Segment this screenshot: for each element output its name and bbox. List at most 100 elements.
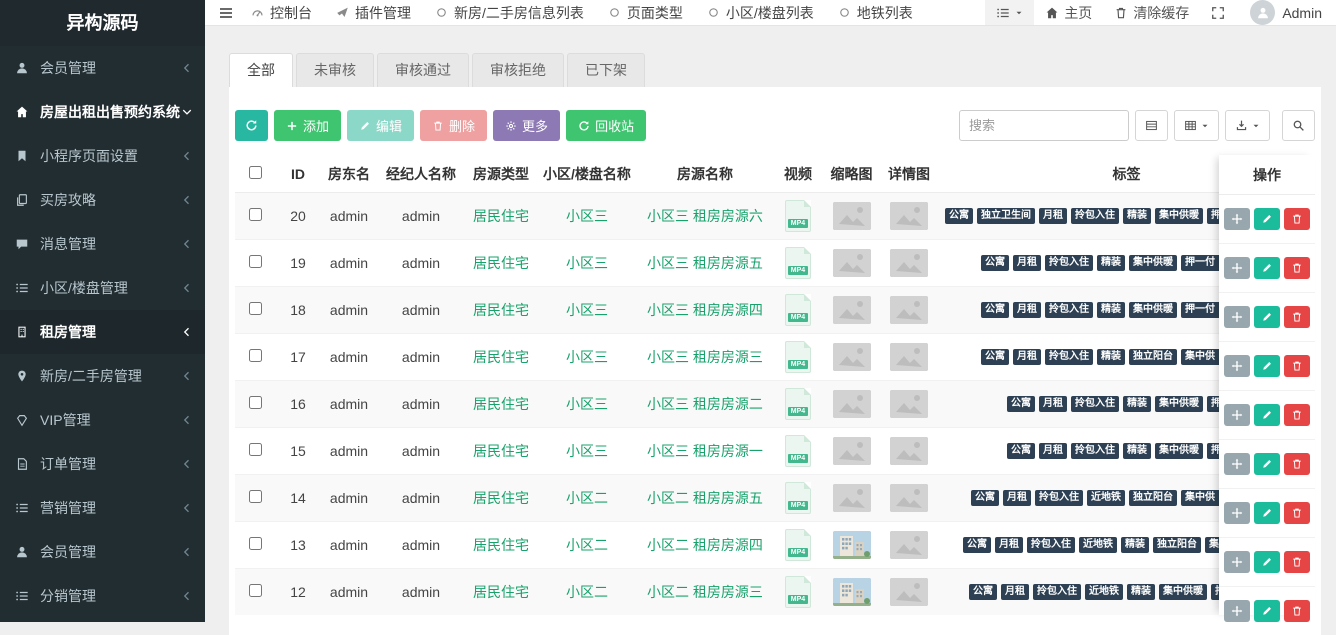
edit-row-button[interactable] [1254, 306, 1280, 328]
edit-row-button[interactable] [1254, 404, 1280, 426]
move-button[interactable] [1224, 257, 1250, 279]
sidebar-item-11[interactable]: 会员管理 [0, 530, 205, 574]
col-video[interactable]: 视频 [773, 155, 823, 193]
col-thumbnail[interactable]: 缩略图 [823, 155, 880, 193]
tab-3[interactable]: 审核拒绝 [472, 53, 564, 87]
col-community[interactable]: 小区/楼盘名称 [537, 155, 637, 193]
delete-row-button[interactable] [1284, 355, 1310, 377]
edit-row-button[interactable] [1254, 208, 1280, 230]
row-checkbox[interactable] [249, 396, 262, 409]
sidebar-item-0[interactable]: 会员管理 [0, 46, 205, 90]
col-type[interactable]: 房源类型 [465, 155, 537, 193]
thumbnail-image[interactable] [833, 202, 871, 230]
topnav-item-3[interactable]: 页面类型 [608, 3, 683, 23]
move-button[interactable] [1224, 551, 1250, 573]
move-button[interactable] [1224, 502, 1250, 524]
fullscreen-button[interactable] [1200, 0, 1236, 25]
sidebar-item-5[interactable]: 小区/楼盘管理 [0, 266, 205, 310]
delete-button[interactable]: 删除 [420, 110, 487, 141]
export-button[interactable] [1225, 110, 1270, 141]
tab-1[interactable]: 未审核 [296, 53, 374, 87]
row-checkbox[interactable] [249, 443, 262, 456]
edit-button[interactable]: 编辑 [347, 110, 414, 141]
detail-image[interactable] [890, 531, 928, 559]
delete-row-button[interactable] [1284, 453, 1310, 475]
detail-image[interactable] [890, 296, 928, 324]
sidebar-item-3[interactable]: 买房攻略 [0, 178, 205, 222]
col-id[interactable]: ID [275, 155, 321, 193]
detail-image[interactable] [890, 202, 928, 230]
sidebar-item-8[interactable]: VIP管理 [0, 398, 205, 442]
move-button[interactable] [1224, 600, 1250, 622]
video-mp4-icon[interactable]: MP4 [785, 482, 811, 514]
thumbnail-image[interactable] [833, 296, 871, 324]
tab-2[interactable]: 审核通过 [377, 53, 469, 87]
move-button[interactable] [1224, 404, 1250, 426]
detail-image[interactable] [890, 249, 928, 277]
video-mp4-icon[interactable]: MP4 [785, 294, 811, 326]
recyclebin-button[interactable]: 回收站 [566, 110, 646, 141]
move-button[interactable] [1224, 355, 1250, 377]
more-button[interactable]: 更多 [493, 110, 560, 141]
video-mp4-icon[interactable]: MP4 [785, 576, 811, 608]
edit-row-button[interactable] [1254, 257, 1280, 279]
delete-row-button[interactable] [1284, 404, 1310, 426]
detail-image[interactable] [890, 484, 928, 512]
thumbnail-image[interactable] [833, 578, 871, 606]
tab-0[interactable]: 全部 [229, 53, 293, 87]
row-checkbox[interactable] [249, 584, 262, 597]
edit-row-button[interactable] [1254, 453, 1280, 475]
move-button[interactable] [1224, 306, 1250, 328]
move-button[interactable] [1224, 208, 1250, 230]
topnav-item-1[interactable]: 插件管理 [336, 3, 411, 23]
detail-image[interactable] [890, 437, 928, 465]
video-mp4-icon[interactable]: MP4 [785, 247, 811, 279]
delete-row-button[interactable] [1284, 306, 1310, 328]
video-mp4-icon[interactable]: MP4 [785, 341, 811, 373]
row-checkbox[interactable] [249, 349, 262, 362]
thumbnail-image[interactable] [833, 249, 871, 277]
detail-image[interactable] [890, 578, 928, 606]
sidebar-item-10[interactable]: 营销管理 [0, 486, 205, 530]
detail-image[interactable] [890, 390, 928, 418]
delete-row-button[interactable] [1284, 208, 1310, 230]
tab-4[interactable]: 已下架 [567, 53, 645, 87]
edit-row-button[interactable] [1254, 551, 1280, 573]
edit-row-button[interactable] [1254, 355, 1280, 377]
edit-row-button[interactable] [1254, 502, 1280, 524]
topnav-item-4[interactable]: 小区/楼盘列表 [707, 3, 814, 23]
sidebar-item-1[interactable]: 房屋出租出售预约系统 [0, 90, 205, 134]
clear-cache-button[interactable]: 清除缓存 [1103, 0, 1200, 25]
select-all-checkbox[interactable] [249, 166, 262, 179]
home-button[interactable]: 主页 [1034, 0, 1103, 25]
search-button[interactable] [1282, 110, 1315, 141]
row-checkbox[interactable] [249, 302, 262, 315]
row-checkbox[interactable] [249, 255, 262, 268]
thumbnail-image[interactable] [833, 531, 871, 559]
row-checkbox[interactable] [249, 537, 262, 550]
add-button[interactable]: 添加 [274, 110, 341, 141]
topnav-item-0[interactable]: 控制台 [251, 3, 312, 23]
video-mp4-icon[interactable]: MP4 [785, 200, 811, 232]
topnav-item-5[interactable]: 地铁列表 [838, 3, 913, 23]
sidebar-item-12[interactable]: 分销管理 [0, 574, 205, 618]
row-checkbox[interactable] [249, 208, 262, 221]
sidebar-item-9[interactable]: 订单管理 [0, 442, 205, 486]
thumbnail-image[interactable] [833, 437, 871, 465]
sidebar-item-6[interactable]: 租房管理 [0, 310, 205, 354]
search-input[interactable] [959, 110, 1129, 141]
detail-image[interactable] [890, 343, 928, 371]
sidebar-item-2[interactable]: 小程序页面设置 [0, 134, 205, 178]
thumbnail-image[interactable] [833, 484, 871, 512]
delete-row-button[interactable] [1284, 257, 1310, 279]
edit-row-button[interactable] [1254, 600, 1280, 622]
delete-row-button[interactable] [1284, 600, 1310, 622]
user-menu[interactable]: Admin [1236, 0, 1336, 25]
quick-menu-button[interactable] [985, 0, 1034, 25]
delete-row-button[interactable] [1284, 551, 1310, 573]
columns-button[interactable] [1174, 110, 1219, 141]
refresh-button[interactable] [235, 110, 268, 141]
toggle-filter-button[interactable] [1135, 110, 1168, 141]
video-mp4-icon[interactable]: MP4 [785, 435, 811, 467]
col-detail[interactable]: 详情图 [880, 155, 938, 193]
